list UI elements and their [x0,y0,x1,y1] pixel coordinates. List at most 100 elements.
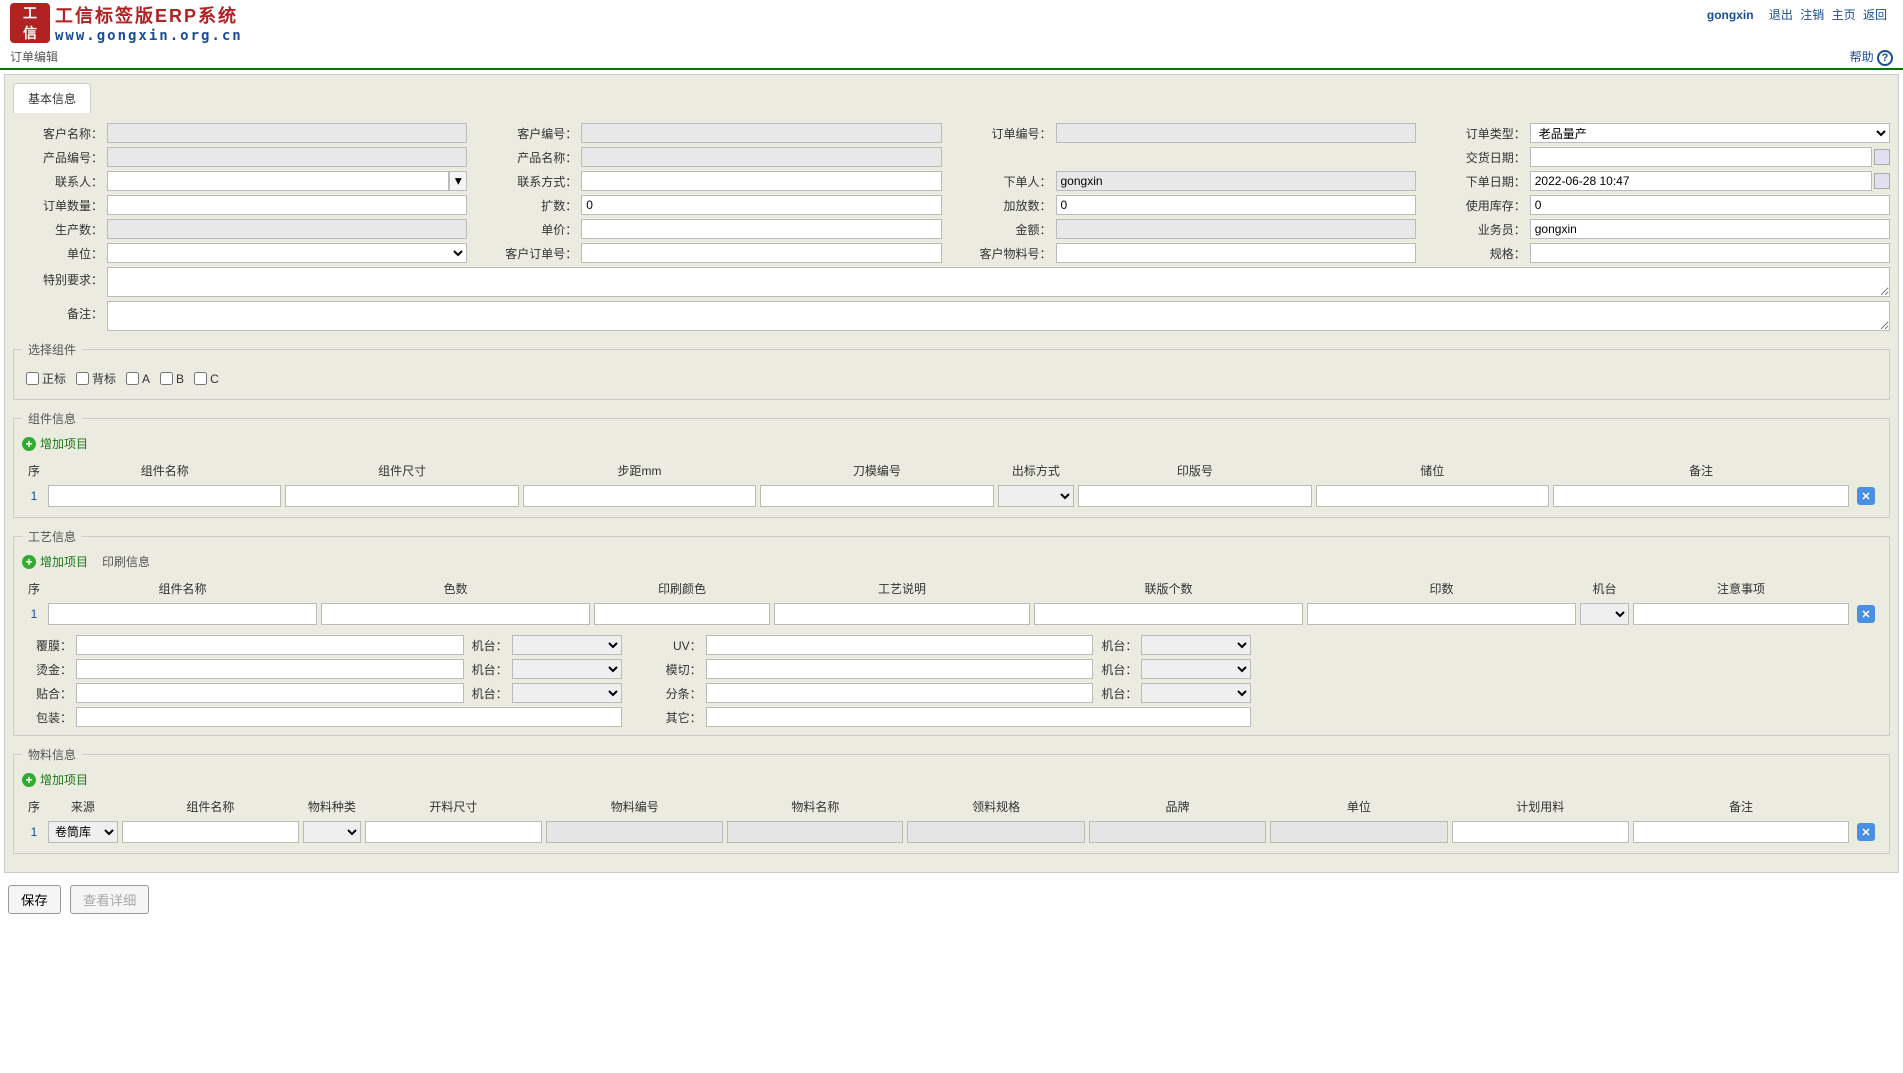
material-info-fieldset: 物料信息 +增加项目 序 来源 组件名称 物料种类 开料尺寸 物料编号 物料名称… [13,746,1890,854]
mat-unit-input[interactable] [1270,821,1447,843]
remark-textarea[interactable] [107,301,1890,331]
help-icon[interactable]: ? [1877,50,1893,66]
comp-name-input[interactable] [48,485,281,507]
cust-order-no-input[interactable] [581,243,941,263]
proc-printcolor-input[interactable] [594,603,770,625]
mat-brand-input[interactable] [1089,821,1266,843]
delete-row-button[interactable]: ✕ [1857,487,1875,505]
proc-note-input[interactable] [1633,603,1849,625]
use-stock-input[interactable] [1530,195,1890,215]
mat-plan-input[interactable] [1452,821,1629,843]
chk-c[interactable] [194,372,207,385]
paste-input[interactable] [76,683,464,703]
order-person-input[interactable] [1056,171,1416,191]
component-select-legend: 选择组件 [22,341,82,358]
chk-back[interactable] [76,372,89,385]
chk-c-label[interactable]: C [194,370,219,387]
pack-input[interactable] [76,707,622,727]
film-machine-select[interactable] [512,635,622,655]
comp-die-input[interactable] [760,485,993,507]
calendar-icon[interactable] [1874,149,1890,165]
mat-spec-input[interactable] [907,821,1084,843]
film-input[interactable] [76,635,464,655]
add-qty-input[interactable] [1056,195,1416,215]
salesman-input[interactable] [1530,219,1890,239]
diecut-machine-select[interactable] [1141,659,1251,679]
prod-name-input[interactable] [581,147,941,167]
unit-price-input[interactable] [581,219,941,239]
cust-mat-no-input[interactable] [1056,243,1416,263]
mat-no-input[interactable] [546,821,723,843]
order-date-input[interactable] [1530,171,1872,191]
comp-remark-input[interactable] [1553,485,1849,507]
proc-machine-select[interactable] [1580,603,1629,625]
proc-joint-input[interactable] [1034,603,1303,625]
mat-cut-input[interactable] [365,821,542,843]
chk-b[interactable] [160,372,173,385]
diecut-input[interactable] [706,659,1094,679]
comp-plate-input[interactable] [1078,485,1311,507]
expand-input[interactable] [581,195,941,215]
uv-machine-select[interactable] [1141,635,1251,655]
header-links: gongxin 退出 注销 主页 返回 [1703,2,1893,27]
proc-colors-input[interactable] [321,603,590,625]
comp-out-select[interactable] [998,485,1075,507]
comp-step-input[interactable] [523,485,756,507]
cust-no-input[interactable] [581,123,941,143]
chk-b-label[interactable]: B [160,370,184,387]
order-qty-input[interactable] [107,195,467,215]
proc-name-input[interactable] [48,603,317,625]
add-material-button[interactable]: +增加项目 [22,771,88,788]
contact-dropdown-button[interactable]: ▾ [449,171,467,191]
proc-desc-input[interactable] [774,603,1030,625]
prod-no-input[interactable] [107,147,467,167]
add-component-button[interactable]: +增加项目 [22,435,88,452]
delete-row-button[interactable]: ✕ [1857,823,1875,841]
amount-input[interactable] [1056,219,1416,239]
split-machine-select[interactable] [1141,683,1251,703]
contact-way-input[interactable] [581,171,941,191]
hot-input[interactable] [76,659,464,679]
mat-matname-input[interactable] [727,821,903,843]
chk-a[interactable] [126,372,139,385]
chk-front[interactable] [26,372,39,385]
help-link[interactable]: 帮助 [1850,50,1874,64]
mat-source-select[interactable]: 卷筒库 [48,821,118,843]
process-table: 序 组件名称 色数 印刷颜色 工艺说明 联版个数 印数 机台 注意事项 1 [22,576,1881,627]
mat-name-input[interactable] [122,821,299,843]
home-link[interactable]: 主页 [1832,8,1856,22]
tab-basic[interactable]: 基本信息 [13,83,91,113]
calendar-icon[interactable] [1874,173,1890,189]
deliv-date-input[interactable] [1530,147,1872,167]
spec-input[interactable] [1530,243,1890,263]
other-input[interactable] [706,707,1252,727]
contact-input[interactable] [107,171,449,191]
order-no-input[interactable] [1056,123,1416,143]
back-link[interactable]: 返回 [1863,8,1887,22]
chk-a-label[interactable]: A [126,370,150,387]
chk-front-label[interactable]: 正标 [26,370,66,387]
add-process-button[interactable]: +增加项目印刷信息 [22,553,150,570]
logout-link[interactable]: 退出 [1769,8,1793,22]
hot-machine-select[interactable] [512,659,622,679]
uv-input[interactable] [706,635,1094,655]
special-req-textarea[interactable] [107,267,1890,297]
col-kind: 物料种类 [301,794,363,819]
comp-pos-input[interactable] [1316,485,1549,507]
cancel-link[interactable]: 注销 [1800,8,1824,22]
mat-kind-select[interactable] [303,821,361,843]
mat-remark-input[interactable] [1633,821,1849,843]
prod-qty-label: 生产数： [13,221,103,238]
detail-button[interactable]: 查看详细 [70,885,149,914]
order-type-select[interactable]: 老品量产 [1530,123,1890,143]
prod-qty-input[interactable] [107,219,467,239]
chk-back-label[interactable]: 背标 [76,370,116,387]
unit-select[interactable] [107,243,467,263]
paste-machine-select[interactable] [512,683,622,703]
delete-row-button[interactable]: ✕ [1857,605,1875,623]
comp-size-input[interactable] [285,485,518,507]
split-input[interactable] [706,683,1094,703]
cust-name-input[interactable] [107,123,467,143]
save-button[interactable]: 保存 [8,885,61,914]
proc-printqty-input[interactable] [1307,603,1576,625]
